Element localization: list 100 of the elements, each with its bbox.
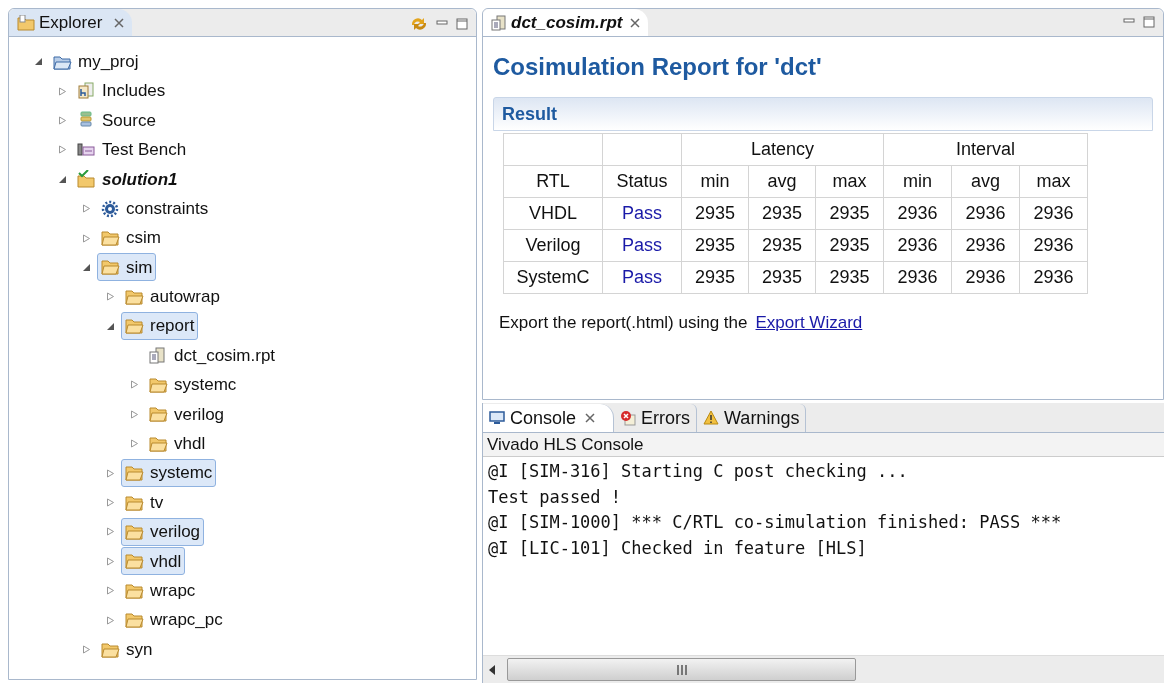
- tree-item[interactable]: Source: [73, 106, 160, 135]
- table-cell: 2935: [681, 197, 749, 230]
- table-cell: 2935: [815, 197, 884, 230]
- tree-item[interactable]: csim: [97, 224, 165, 253]
- tree-item[interactable]: my_proj: [49, 47, 143, 76]
- maximize-icon[interactable]: [456, 18, 468, 30]
- folder-icon: [125, 493, 144, 512]
- tree-item[interactable]: vhdl: [145, 429, 210, 458]
- collapsed-arrow-icon[interactable]: [81, 204, 91, 214]
- folder-icon: [125, 464, 144, 483]
- collapsed-arrow-icon[interactable]: [57, 145, 67, 155]
- collapsed-arrow-icon[interactable]: [105, 498, 115, 508]
- tree-item[interactable]: sim: [97, 253, 157, 282]
- table-cell: Pass: [602, 197, 682, 230]
- tree-item[interactable]: wrapc: [121, 576, 200, 605]
- tree-item[interactable]: Test Bench: [73, 135, 191, 164]
- collapsed-arrow-icon[interactable]: [105, 292, 115, 302]
- folder-icon: [125, 287, 144, 306]
- close-icon[interactable]: [114, 17, 125, 28]
- folder-icon: [101, 640, 120, 659]
- editor-tab[interactable]: dct_cosim.rpt: [483, 9, 649, 36]
- tree-label: Test Bench: [102, 139, 187, 162]
- table-cell: min: [681, 165, 749, 198]
- warning-icon: [703, 410, 720, 426]
- tree-label: Includes: [102, 80, 166, 103]
- tree-label: wrapc_pc: [150, 609, 223, 632]
- tree-item[interactable]: verilog: [121, 517, 205, 546]
- close-icon[interactable]: [585, 413, 596, 423]
- report-file-icon: [149, 346, 168, 365]
- tab-label: Explorer: [39, 11, 103, 34]
- folder-icon: [101, 258, 120, 277]
- expanded-arrow-icon[interactable]: [57, 174, 67, 184]
- explorer-tab[interactable]: Explorer: [9, 9, 133, 36]
- tree-item[interactable]: syn: [97, 635, 157, 664]
- folder-icon: [125, 317, 144, 336]
- console-line: Test passed !: [488, 485, 623, 509]
- tree-item[interactable]: systemc: [121, 459, 217, 488]
- collapsed-arrow-icon[interactable]: [57, 86, 67, 96]
- maximize-icon[interactable]: [1143, 16, 1155, 28]
- table-cell: 2936: [883, 197, 952, 230]
- folder-icon: [125, 611, 144, 630]
- table-cell: VHDL: [503, 197, 603, 230]
- tree-item[interactable]: solution1: [73, 165, 182, 194]
- sync-icon[interactable]: [410, 16, 428, 32]
- table-cell: avg: [748, 165, 816, 198]
- expanded-arrow-icon[interactable]: [33, 57, 43, 67]
- tree-label: Source: [102, 109, 156, 132]
- tree-item[interactable]: vhdl: [121, 547, 186, 576]
- table-cell: RTL: [503, 165, 603, 198]
- horizontal-scrollbar[interactable]: [483, 655, 1164, 683]
- collapsed-arrow-icon[interactable]: [129, 439, 139, 449]
- export-wizard-link[interactable]: Export Wizard: [755, 310, 863, 336]
- tree-label: tv: [150, 491, 164, 514]
- table-cell: max: [1019, 165, 1088, 198]
- collapsed-arrow-icon[interactable]: [105, 468, 115, 478]
- table-cell: 2936: [883, 261, 952, 294]
- table-cell: 2935: [748, 197, 816, 230]
- scrollbar-thumb[interactable]: [507, 658, 856, 681]
- collapsed-arrow-icon[interactable]: [105, 556, 115, 566]
- table-cell: 2936: [1019, 261, 1088, 294]
- collapsed-arrow-icon[interactable]: [129, 409, 139, 419]
- table-cell: min: [883, 165, 952, 198]
- checked-folder-icon: [77, 170, 96, 189]
- collapsed-arrow-icon[interactable]: [57, 115, 67, 125]
- tree-item[interactable]: constraints: [97, 194, 213, 223]
- collapsed-arrow-icon[interactable]: [81, 233, 91, 243]
- collapsed-arrow-icon[interactable]: [105, 527, 115, 537]
- section-title: Result: [502, 102, 557, 126]
- tree-item[interactable]: autowrap: [121, 282, 224, 311]
- expanded-arrow-icon[interactable]: [105, 321, 115, 331]
- table-cell: Pass: [602, 229, 682, 262]
- tree-label: csim: [126, 227, 161, 250]
- tree-label: autowrap: [150, 286, 220, 309]
- tree-item[interactable]: systemc: [145, 371, 241, 399]
- scroll-left-icon[interactable]: [487, 663, 497, 676]
- grip-icon: [676, 664, 687, 675]
- tab-label: dct_cosim.rpt: [511, 11, 623, 34]
- table-cell: 2936: [883, 229, 952, 262]
- tree-label: dct_cosim.rpt: [174, 344, 276, 367]
- collapsed-arrow-icon[interactable]: [81, 645, 91, 654]
- collapsed-arrow-icon[interactable]: [129, 380, 139, 390]
- gear-icon: [101, 199, 120, 218]
- tree-label: verilog: [174, 403, 225, 426]
- tree-item[interactable]: verilog: [145, 400, 229, 429]
- table-cell: 2935: [748, 229, 816, 262]
- tree-item[interactable]: tv: [121, 488, 168, 517]
- collapsed-arrow-icon[interactable]: [105, 586, 115, 596]
- table-cell: 2936: [1019, 229, 1088, 262]
- folder-icon: [101, 229, 120, 248]
- console-tab[interactable]: Console: [483, 404, 615, 432]
- expanded-arrow-icon[interactable]: [81, 262, 91, 272]
- collapsed-arrow-icon[interactable]: [105, 615, 115, 625]
- tree-item[interactable]: Includes: [73, 77, 170, 106]
- close-icon[interactable]: [630, 17, 641, 28]
- tree-label: syn: [126, 638, 153, 661]
- table-cell: 2936: [1019, 197, 1088, 230]
- table-cell: 2935: [815, 261, 884, 294]
- tree-item[interactable]: report: [121, 312, 199, 341]
- tree-item[interactable]: dct_cosim.rpt: [145, 341, 280, 370]
- tree-item[interactable]: wrapc_pc: [121, 606, 227, 635]
